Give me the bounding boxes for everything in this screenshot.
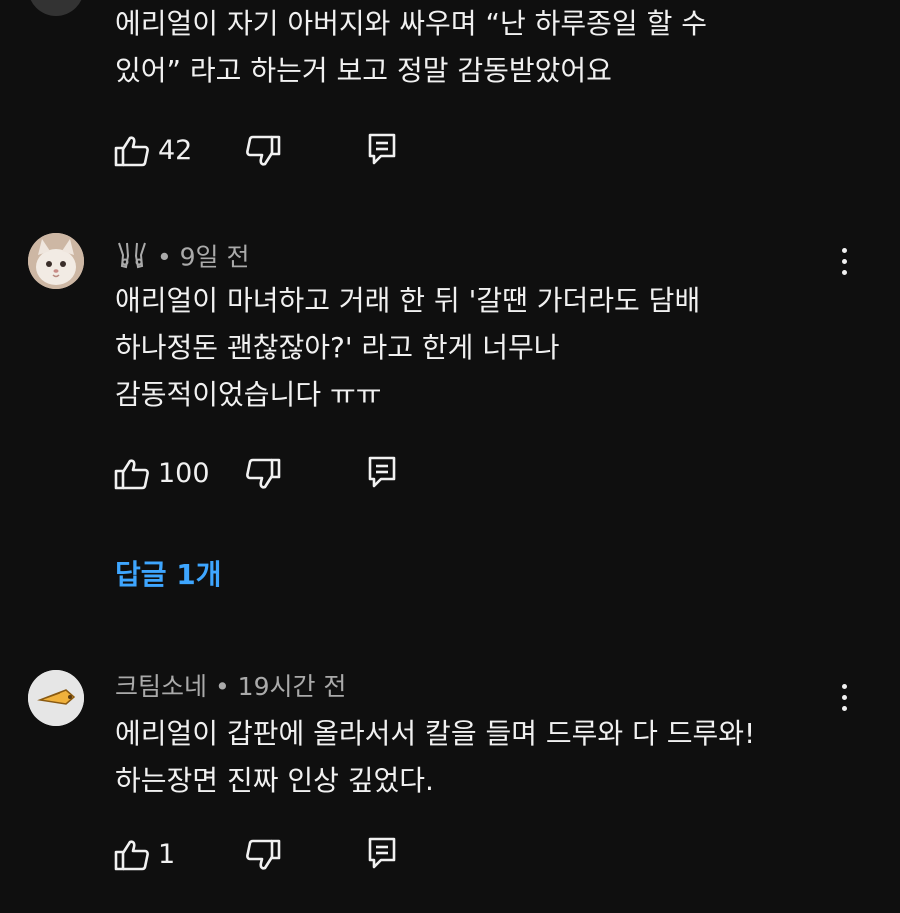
like-count: 100 bbox=[158, 458, 210, 489]
thumbs-down-icon bbox=[245, 839, 281, 875]
comment-meta: 크팀소네 • 19시간 전 bbox=[115, 672, 346, 702]
comment-text: 에리얼이 갑판에 올라서서 칼을 들며 드루와 다 드루와! 하는장면 진짜 인… bbox=[115, 717, 756, 797]
kebab-dot bbox=[841, 270, 847, 275]
avatar[interactable] bbox=[28, 233, 84, 289]
comment-time: 19시간 전 bbox=[237, 672, 347, 701]
comment-icon bbox=[367, 133, 397, 170]
view-replies-button[interactable]: 답글 1개 bbox=[115, 558, 222, 592]
meta-separator: • bbox=[156, 242, 172, 272]
meta-separator: • bbox=[214, 672, 230, 701]
comment-time: 9일 전 bbox=[179, 242, 250, 272]
kebab-dot bbox=[841, 695, 847, 700]
comment-author[interactable]: 크팀소네 bbox=[115, 672, 207, 701]
comment-meta: • 9일 전 bbox=[115, 240, 250, 277]
thumbs-up-icon bbox=[114, 458, 150, 490]
kebab-menu-icon bbox=[841, 684, 847, 689]
avatar[interactable] bbox=[28, 0, 84, 16]
reply-button[interactable] bbox=[367, 836, 397, 874]
more-options-button[interactable] bbox=[832, 248, 856, 275]
like-button[interactable]: 42 bbox=[114, 135, 192, 167]
like-button[interactable]: 100 bbox=[114, 458, 210, 490]
like-count: 1 bbox=[158, 839, 176, 870]
reply-button[interactable] bbox=[367, 132, 397, 170]
dislike-button[interactable] bbox=[245, 135, 281, 171]
thumbs-up-icon bbox=[114, 135, 150, 167]
kebab-menu-icon bbox=[841, 248, 847, 253]
hands-icon bbox=[115, 240, 149, 277]
avatar[interactable] bbox=[28, 670, 84, 726]
like-count: 42 bbox=[158, 135, 193, 166]
thumbs-down-icon bbox=[245, 458, 281, 494]
kebab-dot bbox=[841, 259, 847, 264]
thumbs-up-icon bbox=[114, 839, 150, 871]
dislike-button[interactable] bbox=[245, 839, 281, 875]
comment-icon bbox=[367, 837, 397, 874]
comment-text: 애리얼이 마녀하고 거래 한 뒤 '갈땐 가더라도 담배 하나정돈 괜찮잖아?'… bbox=[115, 284, 701, 411]
dislike-button[interactable] bbox=[245, 458, 281, 494]
comment-icon bbox=[367, 456, 397, 493]
reply-button[interactable] bbox=[367, 455, 397, 493]
comment-text: 에리얼이 자기 아버지와 싸우며 “난 하루종일 할 수 있어” 라고 하는거 … bbox=[115, 7, 708, 87]
more-options-button[interactable] bbox=[832, 684, 856, 711]
like-button[interactable]: 1 bbox=[114, 839, 175, 871]
thumbs-down-icon bbox=[245, 135, 281, 171]
